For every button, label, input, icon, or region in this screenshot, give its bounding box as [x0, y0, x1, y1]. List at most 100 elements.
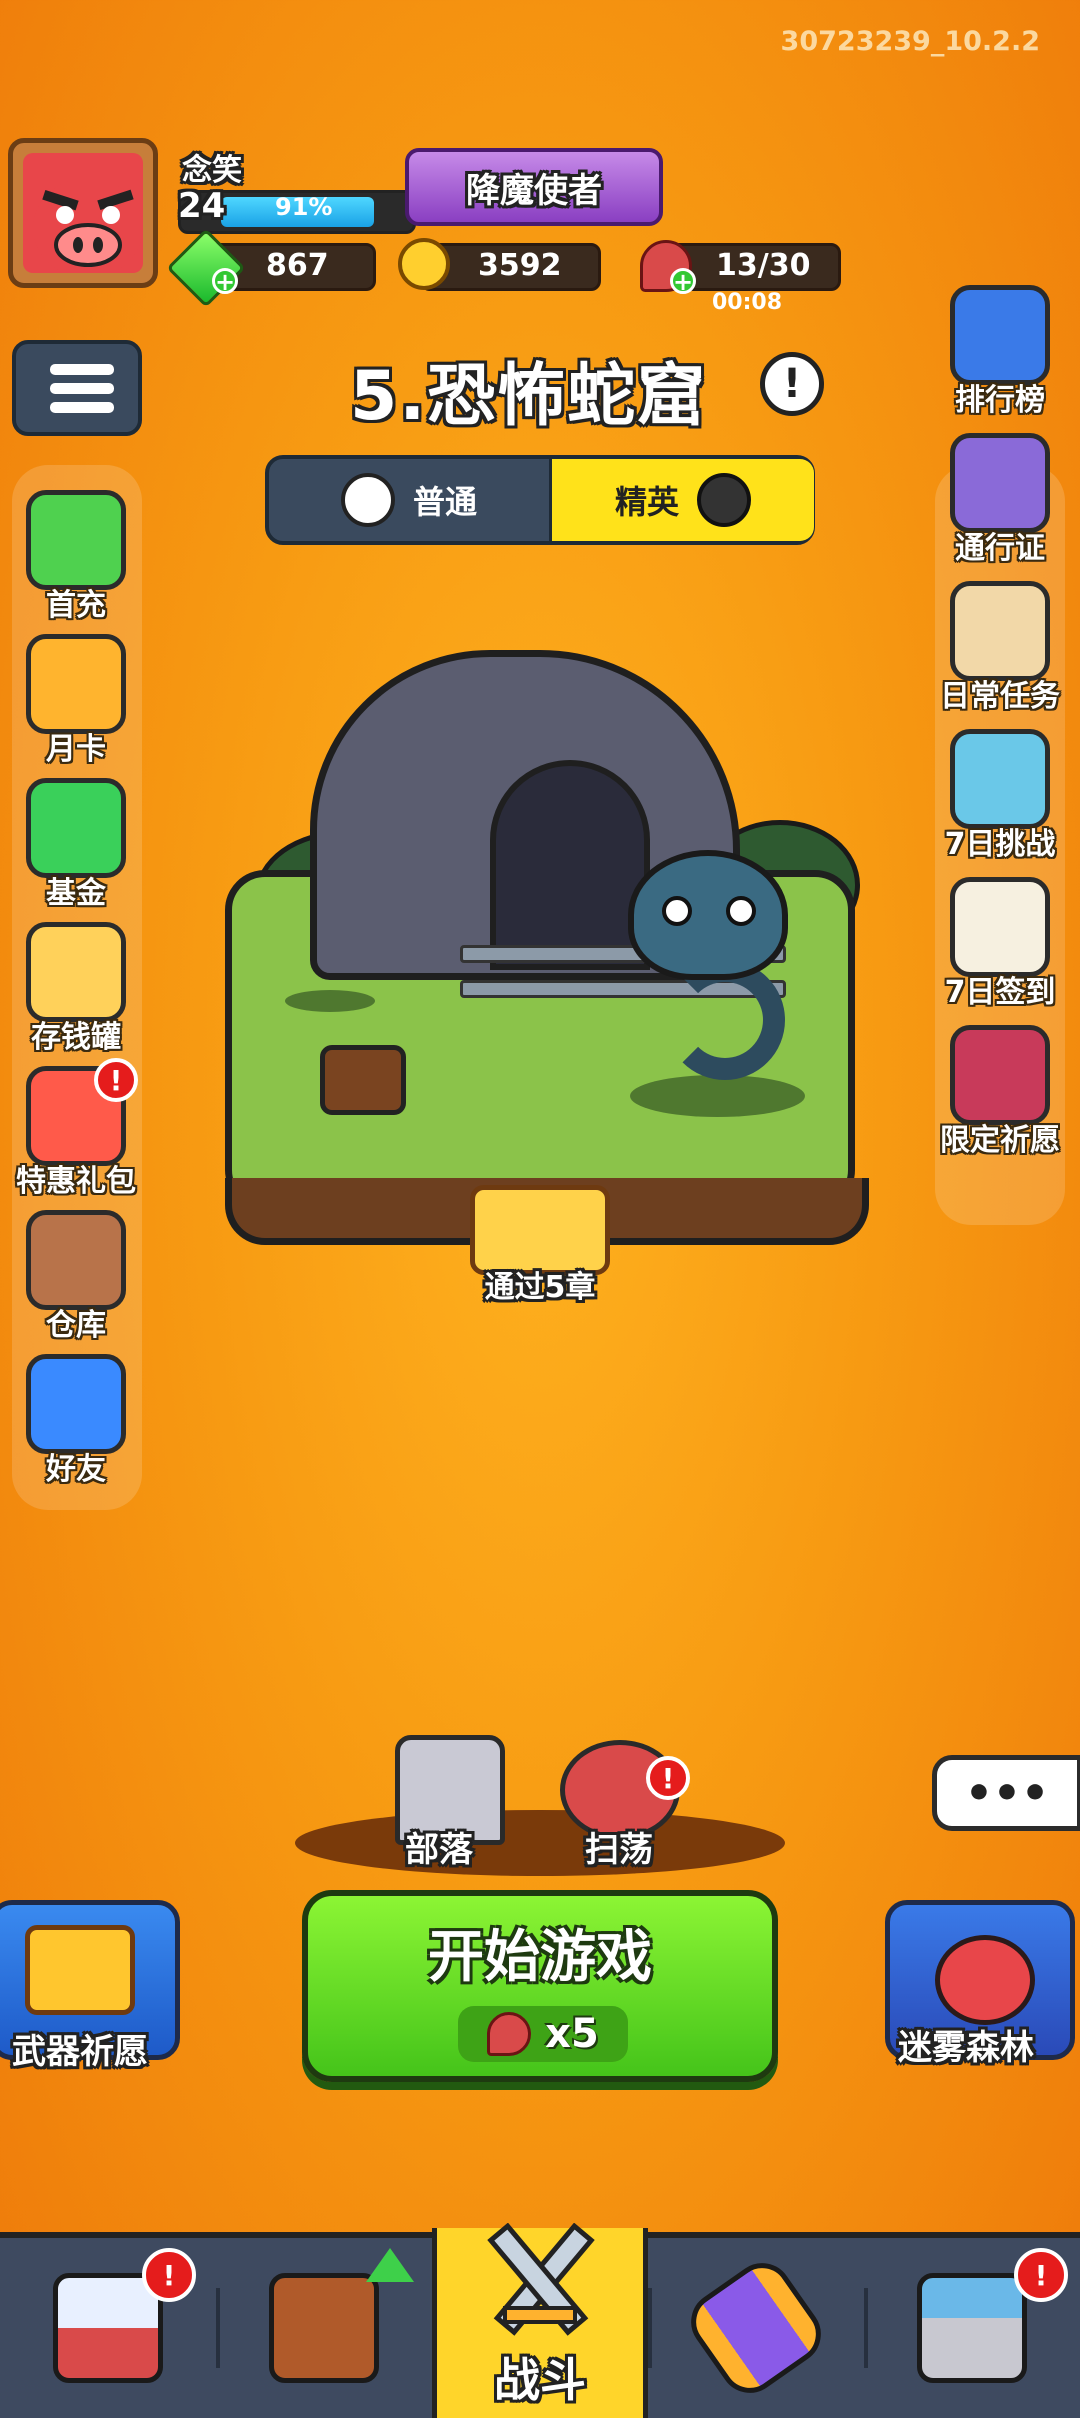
snake-eye	[726, 896, 756, 926]
start-game-button[interactable]: 开始游戏 x5	[302, 1890, 778, 2082]
base-platform	[295, 1810, 785, 1876]
left-menu-item-label: 首充	[46, 588, 106, 623]
gem-bag-icon	[26, 490, 126, 590]
sweep-alert-icon: !	[646, 1756, 690, 1800]
left-menu-item-label: 存钱罐	[31, 1020, 121, 1055]
pig-chest-icon	[269, 2273, 379, 2383]
mode-normal-tab[interactable]: 普通	[269, 459, 549, 541]
player-title-badge[interactable]: 降魔使者	[405, 148, 663, 226]
nav-pig-chest[interactable]	[216, 2238, 432, 2418]
piggy-bank-cat-icon	[26, 922, 126, 1022]
stamina-count: 13/30	[716, 248, 811, 283]
main-menu-button[interactable]	[12, 340, 142, 436]
alert-badge-icon: !	[94, 1058, 138, 1102]
stage-title: 5.恐怖蛇窟	[350, 357, 708, 436]
nav-gacha[interactable]	[648, 2238, 864, 2418]
fund-gem-icon	[26, 778, 126, 878]
scroll-quill-icon	[950, 581, 1050, 681]
start-game-label: 开始游戏	[428, 1925, 652, 1990]
add-stamina-icon[interactable]: +	[670, 268, 696, 294]
building-alert-icon: !	[1014, 2248, 1068, 2302]
building-icon	[917, 2273, 1027, 2383]
calendar-check-icon	[950, 877, 1050, 977]
trophy-crown-icon	[950, 285, 1050, 385]
right-menu-item-label: 7日挑战	[944, 827, 1056, 862]
shop-alert-icon: !	[142, 2248, 196, 2302]
mode-normal-label: 普通	[412, 483, 477, 521]
right-menu-item[interactable]: 日常任务	[930, 581, 1070, 715]
chat-button[interactable]: •••	[932, 1755, 1080, 1831]
right-menu-item-label: 7日签到	[944, 975, 1056, 1010]
left-menu-item[interactable]: 仓库	[6, 1210, 146, 1344]
right-menu-item[interactable]: 7日挑战	[930, 729, 1070, 863]
coin-count: 3592	[478, 248, 562, 283]
battle-label: 战斗	[494, 2353, 586, 2407]
tribe-label: 部落	[405, 1830, 473, 1870]
mode-elite-label: 精英	[614, 483, 679, 521]
bottom-nav: ! 战斗 !	[0, 2223, 1080, 2418]
left-menu-item[interactable]: 首充	[6, 490, 146, 624]
gem-count: 867	[266, 248, 329, 283]
left-menu-item[interactable]: 基金	[6, 778, 146, 912]
start-cost-label: x5	[545, 2011, 599, 2057]
right-menu-item-label: 日常任务	[940, 679, 1060, 714]
crossed-swords-icon	[485, 2223, 595, 2353]
add-gem-icon[interactable]: +	[212, 268, 238, 294]
left-menu-item[interactable]: 特惠礼包!	[6, 1058, 146, 1200]
right-menu-item[interactable]: 限定祈愿	[930, 1025, 1070, 1159]
scroll-capsule-icon	[679, 2251, 833, 2405]
pass-shield-icon	[950, 433, 1050, 533]
right-menu-item-label: 通行证	[955, 531, 1045, 566]
right-menu-item[interactable]: 排行榜	[930, 285, 1070, 419]
snake-boss-icon[interactable]	[628, 850, 788, 980]
weapon-wish-label: 武器祈愿	[12, 2032, 148, 2072]
mode-elite-tab[interactable]: 精英	[549, 459, 814, 541]
left-menu-item-label: 好友	[46, 1452, 106, 1487]
left-menu-item[interactable]: 月卡	[6, 634, 146, 768]
stamina-timer: 00:08	[712, 290, 783, 315]
left-menu-item[interactable]: 好友	[6, 1354, 146, 1488]
seven-day-challenge-icon	[950, 729, 1050, 829]
right-menu-item-label: 排行榜	[955, 383, 1045, 418]
nav-shop[interactable]: !	[0, 2238, 216, 2418]
player-avatar[interactable]	[8, 138, 158, 288]
left-menu-item-label: 特惠礼包	[16, 1164, 136, 1199]
mist-forest-label: 迷雾森林	[898, 2028, 1034, 2068]
limited-wish-icon	[950, 1025, 1050, 1125]
cave-entrance	[490, 760, 650, 970]
grass-patch	[285, 990, 375, 1012]
chapter-reward-label: 通过5章	[484, 1270, 596, 1305]
build-version: 30723239_10.2.2	[780, 26, 1040, 57]
right-menu-item-label: 限定祈愿	[940, 1123, 1060, 1158]
hamburger-icon-bar	[50, 383, 114, 394]
exp-percent: 91%	[275, 193, 333, 221]
nav-battle[interactable]: 战斗	[432, 2223, 648, 2418]
player-name: 念笑	[182, 153, 242, 188]
mode-switch: 普通 精英	[265, 455, 815, 545]
left-menu-item-label: 月卡	[46, 732, 106, 767]
pig-face-icon	[23, 153, 143, 273]
player-level: 24	[178, 186, 226, 226]
hamburger-icon	[50, 364, 114, 375]
hamburger-icon-bar	[50, 402, 114, 413]
meat-icon	[487, 2012, 532, 2056]
exclamation-icon: !	[782, 361, 802, 407]
skull-flame-icon	[697, 473, 751, 527]
start-cost: x5	[458, 2006, 628, 2062]
friends-icon	[26, 1354, 126, 1454]
backpack-icon	[26, 1210, 126, 1310]
stage-info-button[interactable]: !	[760, 352, 824, 416]
wizard-pig-icon	[935, 1935, 1035, 2025]
month-card-icon	[26, 634, 126, 734]
nav-building[interactable]: !	[864, 2238, 1080, 2418]
left-menu-item-label: 仓库	[46, 1308, 106, 1343]
snake-eye	[662, 896, 692, 926]
left-menu-item[interactable]: 存钱罐	[6, 922, 146, 1056]
right-menu-item[interactable]: 通行证	[930, 433, 1070, 567]
tree-stump	[320, 1045, 406, 1115]
ghost-icon	[340, 473, 395, 527]
upgrade-arrow-icon	[366, 2248, 414, 2282]
coin-icon	[398, 238, 450, 290]
right-menu-item[interactable]: 7日签到	[930, 877, 1070, 1011]
snake-shadow	[630, 1075, 805, 1117]
